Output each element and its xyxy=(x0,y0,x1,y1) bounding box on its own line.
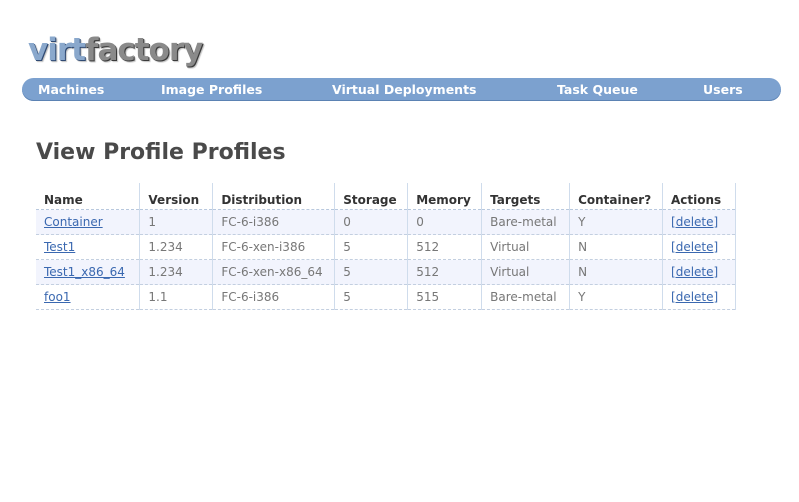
table-row: Test1 1.234 FC-6-xen-i386 5 512 Virtual … xyxy=(36,234,736,260)
table-row: Test1_x86_64 1.234 FC-6-xen-x86_64 5 512… xyxy=(36,259,736,285)
cell-version: 1.1 xyxy=(139,284,214,310)
cell-container: Y xyxy=(569,284,664,310)
cell-actions: [delete] xyxy=(662,209,736,235)
cell-distribution: FC-6-xen-x86_64 xyxy=(212,259,336,285)
cell-version: 1.234 xyxy=(139,259,214,285)
column-header-actions: Actions xyxy=(662,183,736,210)
column-header-container: Container? xyxy=(569,183,664,210)
main-navigation: Machines Image Profiles Virtual Deployme… xyxy=(22,78,781,101)
cell-storage: 5 xyxy=(334,234,409,260)
delete-link[interactable]: [delete] xyxy=(671,215,718,229)
cell-targets: Virtual xyxy=(481,234,571,260)
page-title: View Profile Profiles xyxy=(36,140,286,165)
cell-actions: [delete] xyxy=(662,284,736,310)
nav-machines[interactable]: Machines xyxy=(38,78,104,101)
column-header-version: Version xyxy=(139,183,214,210)
cell-distribution: FC-6-xen-i386 xyxy=(212,234,336,260)
cell-storage: 5 xyxy=(334,284,409,310)
profile-link[interactable]: foo1 xyxy=(44,290,71,304)
table-row: Container 1 FC-6-i386 0 0 Bare-metal Y [… xyxy=(36,209,736,235)
cell-targets: Virtual xyxy=(481,259,571,285)
nav-task-queue[interactable]: Task Queue xyxy=(557,78,638,101)
delete-link[interactable]: [delete] xyxy=(671,290,718,304)
column-header-memory: Memory xyxy=(407,183,483,210)
profile-link[interactable]: Test1_x86_64 xyxy=(44,265,125,279)
cell-memory: 0 xyxy=(407,209,483,235)
logo-factory: factory xyxy=(84,32,203,68)
table-row: foo1 1.1 FC-6-i386 5 515 Bare-metal Y [d… xyxy=(36,284,736,310)
cell-targets: Bare-metal xyxy=(481,209,571,235)
logo-virt: virt xyxy=(28,32,86,68)
cell-version: 1 xyxy=(139,209,214,235)
cell-name: Test1_x86_64 xyxy=(36,259,141,285)
cell-targets: Bare-metal xyxy=(481,284,571,310)
virtfactory-logo: virtfactory xyxy=(28,30,203,70)
nav-image-profiles[interactable]: Image Profiles xyxy=(161,78,262,101)
cell-name: foo1 xyxy=(36,284,141,310)
cell-storage: 0 xyxy=(334,209,409,235)
nav-virtual-deployments[interactable]: Virtual Deployments xyxy=(332,78,477,101)
delete-link[interactable]: [delete] xyxy=(671,265,718,279)
column-header-targets: Targets xyxy=(481,183,571,210)
cell-memory: 512 xyxy=(407,234,483,260)
table-header-row: Name Version Distribution Storage Memory… xyxy=(36,183,736,210)
cell-container: N xyxy=(569,259,664,285)
cell-distribution: FC-6-i386 xyxy=(212,284,336,310)
profile-link[interactable]: Container xyxy=(44,215,103,229)
nav-users[interactable]: Users xyxy=(703,78,743,101)
profiles-table: Name Version Distribution Storage Memory… xyxy=(36,183,736,310)
cell-storage: 5 xyxy=(334,259,409,285)
cell-distribution: FC-6-i386 xyxy=(212,209,336,235)
column-header-distribution: Distribution xyxy=(212,183,336,210)
delete-link[interactable]: [delete] xyxy=(671,240,718,254)
cell-memory: 515 xyxy=(407,284,483,310)
cell-actions: [delete] xyxy=(662,234,736,260)
cell-container: Y xyxy=(569,209,664,235)
cell-memory: 512 xyxy=(407,259,483,285)
column-header-name: Name xyxy=(36,183,141,210)
profile-link[interactable]: Test1 xyxy=(44,240,75,254)
cell-version: 1.234 xyxy=(139,234,214,260)
cell-container: N xyxy=(569,234,664,260)
cell-name: Test1 xyxy=(36,234,141,260)
column-header-storage: Storage xyxy=(334,183,409,210)
cell-actions: [delete] xyxy=(662,259,736,285)
cell-name: Container xyxy=(36,209,141,235)
